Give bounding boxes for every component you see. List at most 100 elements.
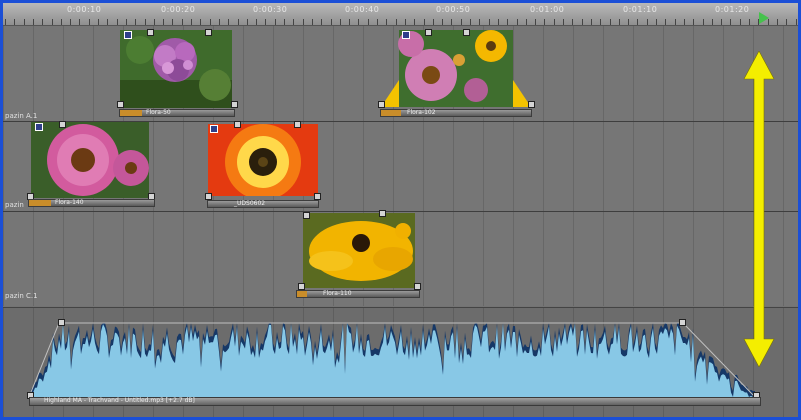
ruler-tick <box>423 19 425 25</box>
ruler-tick <box>144 19 146 25</box>
ruler-tick <box>135 19 137 25</box>
track-label-a: pazin A.1 <box>5 112 38 120</box>
ruler-tick <box>153 19 155 25</box>
volume-keyframe[interactable] <box>58 319 65 326</box>
keyframe-handle[interactable] <box>528 101 535 108</box>
ruler-label: 0:01:10 <box>623 5 658 14</box>
keyframe-handle[interactable] <box>414 283 421 290</box>
clip-bar-flora-50[interactable]: Flora-50 <box>119 109 235 117</box>
ruler-tick <box>711 19 713 25</box>
ruler-tick <box>181 19 183 25</box>
clip-name: _UDS0602 <box>234 200 266 207</box>
track-label-b: pazin <box>5 201 24 209</box>
keyframe-handle[interactable] <box>59 121 66 128</box>
ruler-tick <box>70 19 72 25</box>
ruler-tick <box>79 19 81 25</box>
clip-uds0602[interactable] <box>208 124 318 196</box>
keyframe-handle[interactable] <box>205 29 212 36</box>
ruler-tick <box>618 19 620 25</box>
ruler-tick <box>377 19 378 25</box>
ruler-tick <box>42 19 44 25</box>
ruler-label: 0:00:20 <box>161 5 196 14</box>
keyframe-handle[interactable] <box>231 101 238 108</box>
ruler-tick <box>590 19 592 25</box>
ruler-tick <box>256 19 258 25</box>
keyframe-handle[interactable] <box>463 29 470 36</box>
time-ruler[interactable]: 0:00:10 0:00:20 0:00:30 0:00:40 0:00:50 … <box>3 3 798 26</box>
ruler-tick <box>209 19 211 25</box>
ruler-tick <box>721 19 723 25</box>
clip-name: Flora-102 <box>407 109 436 116</box>
volume-keyframe[interactable] <box>679 319 686 326</box>
ruler-tick <box>32 19 34 25</box>
ruler-tick <box>544 19 546 25</box>
audio-clip-bar[interactable]: Highland MA - Trachvand - Untitled.mp3 [… <box>29 397 761 406</box>
ruler-tick <box>191 19 192 25</box>
ruler-tick <box>683 19 685 25</box>
audio-waveform[interactable] <box>3 321 798 401</box>
keyframe-handle[interactable] <box>314 193 321 200</box>
clip-bar-flora-102[interactable]: Flora-102 <box>380 109 532 117</box>
clip-select-box[interactable] <box>210 125 218 133</box>
clip-select-box[interactable] <box>35 123 43 131</box>
ruler-label: 0:00:30 <box>253 5 288 14</box>
ruler-tick <box>14 19 16 25</box>
ruler-tick <box>581 19 583 25</box>
ruler-label: 0:00:50 <box>436 5 471 14</box>
ruler-tick <box>693 19 695 25</box>
clip-flora-102[interactable] <box>381 30 531 110</box>
ruler-tick <box>293 19 295 25</box>
ruler-tick <box>572 19 574 25</box>
ruler-tick <box>349 19 351 25</box>
ruler-label: 0:01:00 <box>530 5 565 14</box>
ruler-tick <box>730 19 732 25</box>
audio-clip-name: Highland MA - Trachvand - Untitled.mp3 [… <box>44 397 195 404</box>
double-arrow-icon <box>743 51 775 367</box>
ruler-tick <box>628 19 630 25</box>
ruler-tick <box>125 19 127 25</box>
keyframe-handle[interactable] <box>117 101 124 108</box>
ruler-tick <box>228 19 230 25</box>
ruler-tick <box>107 19 109 25</box>
ruler-tick <box>776 19 778 25</box>
clip-flora-110[interactable] <box>303 213 415 288</box>
clip-bar-flora-140[interactable]: Flora-140 <box>28 199 155 207</box>
track-label-c: pazin C.1 <box>5 292 38 300</box>
keyframe-handle[interactable] <box>298 283 305 290</box>
ruler-tick <box>274 19 276 25</box>
playhead-marker[interactable] <box>759 12 769 24</box>
ruler-tick <box>265 19 267 25</box>
clip-bar-uds0602[interactable]: _UDS0602 <box>207 200 319 208</box>
keyframe-handle[interactable] <box>147 29 154 36</box>
keyframe-handle[interactable] <box>378 101 385 108</box>
clip-name: Flora-50 <box>146 109 171 116</box>
keyframe-handle[interactable] <box>379 210 386 217</box>
ruler-tick <box>404 19 406 25</box>
ruler-tick <box>200 19 202 25</box>
flower-thumbnail <box>120 30 232 108</box>
keyframe-handle[interactable] <box>294 121 301 128</box>
ruler-tick <box>739 19 741 25</box>
clip-flora-140[interactable] <box>31 122 149 198</box>
ruler-tick <box>237 19 239 25</box>
ruler-tick <box>98 19 99 25</box>
clip-select-box[interactable] <box>124 31 132 39</box>
clip-select-box[interactable] <box>402 31 410 39</box>
ruler-tick <box>656 19 657 25</box>
keyframe-handle[interactable] <box>425 29 432 36</box>
ruler-tick <box>535 19 537 25</box>
ruler-tick <box>786 19 788 25</box>
ruler-tick <box>367 19 369 25</box>
keyframe-handle[interactable] <box>303 212 310 219</box>
keyframe-handle[interactable] <box>205 193 212 200</box>
ruler-tick <box>507 19 509 25</box>
ruler-tick <box>525 19 527 25</box>
ruler-tick <box>172 19 174 25</box>
clip-flora-50[interactable] <box>120 30 235 110</box>
ruler-tick <box>302 19 304 25</box>
clip-bar-flora-110[interactable]: Flora-110 <box>296 290 420 298</box>
ruler-tick <box>116 19 118 25</box>
keyframe-handle[interactable] <box>234 121 241 128</box>
ruler-tick <box>414 19 416 25</box>
ruler-tick <box>246 19 248 25</box>
